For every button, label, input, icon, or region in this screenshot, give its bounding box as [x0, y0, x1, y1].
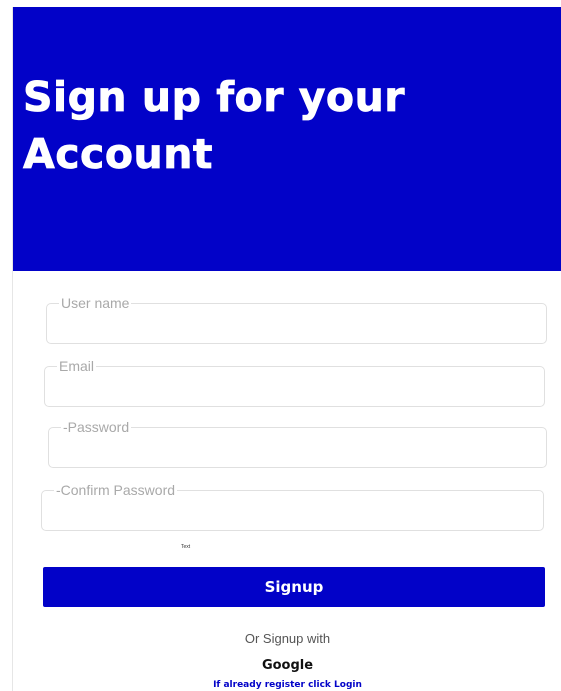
confirm-password-label: -Confirm Password — [54, 482, 178, 498]
username-field[interactable]: User name — [46, 295, 547, 344]
header-banner: Sign up for your Account — [13, 7, 561, 271]
email-field[interactable]: Email — [44, 358, 545, 407]
password-field[interactable]: -Password — [48, 419, 547, 468]
signup-button[interactable]: Signup — [43, 567, 545, 607]
login-link[interactable]: If already register click Login — [13, 679, 561, 691]
username-input[interactable] — [57, 314, 536, 337]
password-input[interactable] — [59, 438, 536, 461]
small-text-label: Text — [181, 544, 191, 550]
page-title: Sign up for your Account — [23, 73, 406, 179]
google-signup-link[interactable]: Google — [13, 658, 561, 674]
confirm-password-input[interactable] — [52, 501, 533, 524]
signup-screen: Sign up for your Account User name Email… — [12, 7, 561, 691]
email-label: Email — [57, 358, 97, 374]
password-label: -Password — [61, 419, 132, 435]
or-signup-with-text: Or Signup with — [244, 631, 331, 646]
username-label: User name — [59, 295, 132, 311]
email-input[interactable] — [55, 377, 534, 400]
confirm-password-field[interactable]: -Confirm Password — [41, 482, 544, 531]
